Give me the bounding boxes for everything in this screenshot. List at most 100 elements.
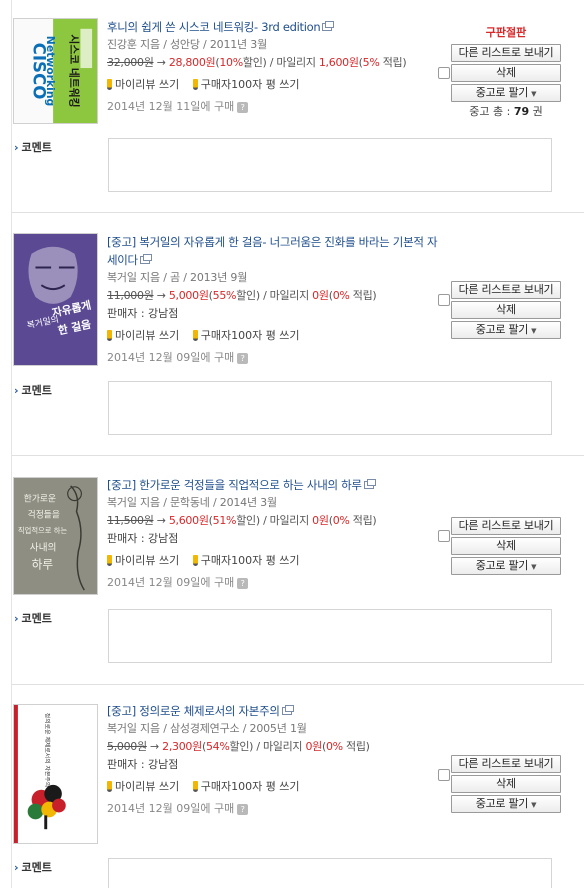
book-cover[interactable]: 정의로운 체제로서의 자본주의: [13, 704, 98, 844]
my-review-link[interactable]: 마이리뷰 쓰기: [107, 778, 179, 796]
item-title-text[interactable]: [중고] 한가로운 걱정들을 직업적으로 하는 사내의 하루: [107, 478, 362, 492]
item-title[interactable]: [중고] 한가로운 걱정들을 직업적으로 하는 사내의 하루: [107, 476, 442, 494]
buyer-review-link[interactable]: 구매자100자 평 쓰기: [192, 552, 300, 570]
comment-input[interactable]: [108, 609, 552, 663]
price-line: 32,000원 → 28,800원(10%할인) / 마일리지 1,600원(5…: [107, 54, 442, 72]
book-cover-image: 복거일의 자유롭게 한 걸음: [14, 234, 97, 365]
popup-window-icon[interactable]: [139, 253, 152, 264]
earn-suffix: 적립): [349, 514, 377, 527]
send-to-list-button[interactable]: 다른 리스트로 보내기: [451, 755, 561, 773]
buyer-review-link[interactable]: 구매자100자 평 쓰기: [192, 76, 300, 94]
help-icon[interactable]: ?: [237, 803, 249, 815]
review-links: 마이리뷰 쓰기 구매자100자 평 쓰기: [107, 552, 442, 570]
arrow: →: [156, 289, 166, 302]
review-links: 마이리뷰 쓰기 구매자100자 평 쓰기: [107, 778, 442, 796]
select-checkbox[interactable]: [438, 530, 450, 542]
send-to-list-button[interactable]: 다른 리스트로 보내기: [451, 44, 561, 62]
my-review-link[interactable]: 마이리뷰 쓰기: [107, 76, 179, 94]
sell-used-button[interactable]: 중고로 팔기 ▼: [451, 84, 561, 102]
my-review-link[interactable]: 마이리뷰 쓰기: [107, 327, 179, 345]
comment-input[interactable]: [108, 858, 552, 888]
discount-percent: 55%: [212, 289, 237, 302]
pencil-icon: [192, 780, 198, 792]
sell-used-button[interactable]: 중고로 팔기 ▼: [451, 321, 561, 339]
mileage-prefix: / 마일리지: [256, 740, 306, 753]
sale-price: 5,600원: [168, 514, 209, 527]
buyer-review-link[interactable]: 구매자100자 평 쓰기: [192, 778, 300, 796]
cover-line-5: 하루: [32, 557, 54, 571]
item-title-text[interactable]: [중고] 정의로운 체제로서의 자본주의: [107, 704, 280, 718]
buyer-review-label[interactable]: 구매자100자 평 쓰기: [201, 78, 300, 91]
help-icon[interactable]: ?: [237, 577, 249, 589]
my-review-label[interactable]: 마이리뷰 쓰기: [115, 554, 179, 567]
my-review-label[interactable]: 마이리뷰 쓰기: [115, 329, 179, 342]
popup-window-icon[interactable]: [363, 478, 376, 489]
delete-button[interactable]: 삭제: [451, 301, 561, 319]
pencil-icon: [192, 329, 198, 341]
sell-used-button[interactable]: 중고로 팔기 ▼: [451, 795, 561, 813]
buyer-review-label[interactable]: 구매자100자 평 쓰기: [201, 329, 300, 342]
item-title[interactable]: [중고] 정의로운 체제로서의 자본주의: [107, 702, 442, 720]
book-cover[interactable]: 복거일의 자유롭게 한 걸음: [13, 233, 98, 366]
pencil-icon: [107, 329, 112, 341]
mileage-amount: 0원: [312, 289, 329, 302]
my-review-link[interactable]: 마이리뷰 쓰기: [107, 552, 179, 570]
delete-button[interactable]: 삭제: [451, 64, 561, 82]
popup-window-icon[interactable]: [322, 20, 335, 31]
discount-percent: 51%: [212, 514, 237, 527]
pencil-icon: [107, 554, 112, 566]
cover-title-ko: 시스코 네트워킹: [68, 34, 81, 107]
select-checkbox[interactable]: [438, 294, 450, 306]
buyer-review-label[interactable]: 구매자100자 평 쓰기: [201, 780, 300, 793]
cover-line-4: 사내의: [30, 542, 57, 554]
send-to-list-button[interactable]: 다른 리스트로 보내기: [451, 281, 561, 299]
mileage-prefix: / 마일리지: [263, 514, 313, 527]
select-checkbox[interactable]: [438, 67, 450, 79]
comment-input[interactable]: [108, 381, 552, 435]
purchase-date-text: 2014년 12월 11일에 구매: [107, 100, 235, 113]
used-total-label: 중고 총 :: [469, 105, 514, 118]
original-price: 11,000원: [107, 289, 154, 302]
sell-used-label[interactable]: 중고로 팔기: [476, 797, 529, 810]
price-line: 11,000원 → 5,000원(55%할인) / 마일리지 0원(0% 적립): [107, 287, 442, 305]
sale-price: 5,000원: [168, 289, 209, 302]
item-title-text[interactable]: 후니의 쉽게 쓴 시스코 네트워킹- 3rd edition: [107, 20, 321, 34]
item-title[interactable]: [중고] 복거일의 자유롭게 한 걸음- 너그러움은 진화를 바라는 기본적 자…: [107, 233, 442, 269]
send-to-list-button[interactable]: 다른 리스트로 보내기: [451, 517, 561, 535]
popup-window-icon[interactable]: [281, 704, 294, 715]
item-title-text[interactable]: [중고] 복거일의 자유롭게 한 걸음- 너그러움은 진화를 바라는 기본적 자…: [107, 235, 438, 267]
sell-used-button[interactable]: 중고로 팔기 ▼: [451, 557, 561, 575]
mileage-percent: 0%: [332, 289, 350, 302]
review-links: 마이리뷰 쓰기 구매자100자 평 쓰기: [107, 76, 442, 94]
used-total-unit: 권: [529, 105, 543, 118]
my-review-label[interactable]: 마이리뷰 쓰기: [115, 78, 179, 91]
buyer-review-link[interactable]: 구매자100자 평 쓰기: [192, 327, 300, 345]
book-cover[interactable]: 한가로운 걱정들을 직업적으로 하는 사내의 하루: [13, 477, 98, 595]
delete-button[interactable]: 삭제: [451, 537, 561, 555]
discount-suffix: 할인): [242, 56, 267, 69]
help-icon[interactable]: ?: [237, 352, 249, 364]
item-title[interactable]: 후니의 쉽게 쓴 시스코 네트워킹- 3rd edition: [107, 18, 442, 36]
sell-used-label[interactable]: 중고로 팔기: [476, 559, 529, 572]
discount-percent: 54%: [205, 740, 230, 753]
book-cover[interactable]: CISCO Networking 시스코 네트워킹: [13, 18, 98, 124]
mileage-prefix: / 마일리지: [263, 289, 313, 302]
left-border: [11, 0, 12, 888]
sell-used-label[interactable]: 중고로 팔기: [476, 86, 529, 99]
sell-used-label[interactable]: 중고로 팔기: [476, 323, 529, 336]
arrow: →: [156, 56, 166, 69]
comment-label: 코멘트: [14, 382, 52, 398]
purchase-date-text: 2014년 12월 09일에 구매: [107, 351, 235, 364]
item-info: 후니의 쉽게 쓴 시스코 네트워킹- 3rd edition 진강훈 지음 / …: [107, 18, 442, 116]
comment-input[interactable]: [108, 138, 552, 192]
discount-suffix: 할인): [236, 289, 260, 302]
my-review-label[interactable]: 마이리뷰 쓰기: [115, 780, 179, 793]
item-meta: 복거일 지음 / 문학동네 / 2014년 3월: [107, 496, 277, 509]
cover-subtitle-en: Networking: [44, 36, 57, 106]
select-checkbox[interactable]: [438, 769, 450, 781]
help-icon[interactable]: ?: [237, 101, 249, 113]
original-price: 32,000원: [107, 56, 154, 69]
buyer-review-label[interactable]: 구매자100자 평 쓰기: [201, 554, 300, 567]
delete-button[interactable]: 삭제: [451, 775, 561, 793]
cover-line-1: 한가로운: [24, 494, 56, 505]
